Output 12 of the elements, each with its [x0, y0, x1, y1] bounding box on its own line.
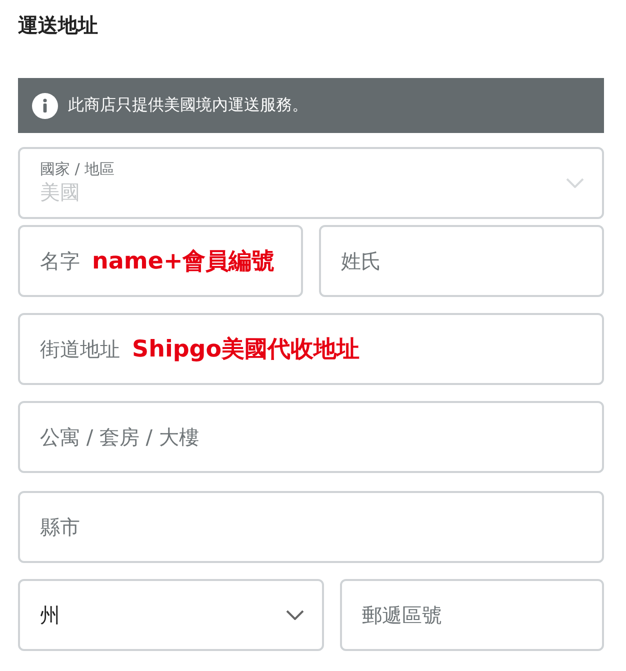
- input-field[interactable]: 縣市: [18, 491, 604, 563]
- input-field[interactable]: 姓氏: [319, 225, 604, 297]
- section-heading: 運送地址: [18, 12, 99, 39]
- annotation-text: Shipgo美國代收地址: [132, 335, 360, 364]
- chevron-down-icon: [566, 178, 584, 188]
- input-field[interactable]: 郵遞區號: [340, 579, 604, 651]
- input-field[interactable]: 公寓 / 套房 / 大樓: [18, 401, 604, 473]
- chevron-down-icon: [286, 610, 304, 620]
- notice-text: 此商店只提供美國境內運送服務。: [68, 95, 308, 116]
- select-field[interactable]: 州: [18, 579, 324, 651]
- annotation-text: name+會員編號: [92, 248, 275, 276]
- info-icon: [32, 92, 58, 118]
